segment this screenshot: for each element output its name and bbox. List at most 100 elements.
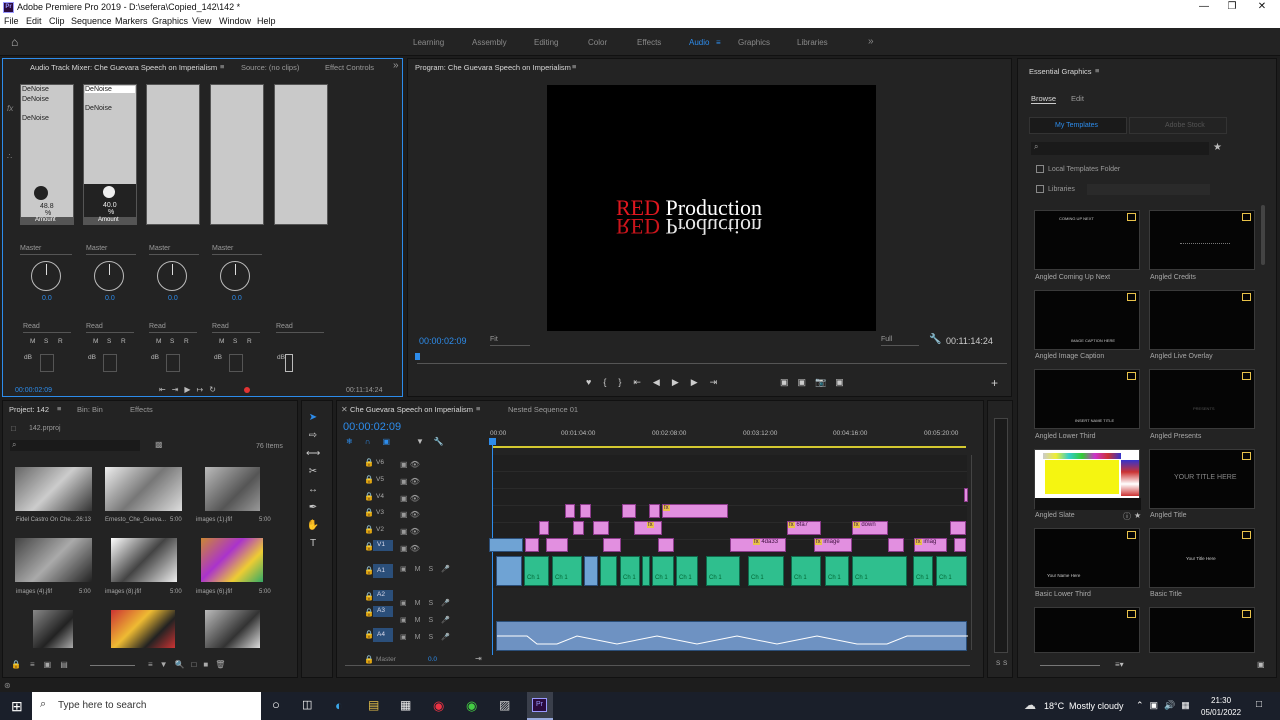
template-thumb[interactable]: IMAGE CAPTION HERE <box>1034 290 1140 350</box>
master-jump-icon[interactable]: ⇥ <box>475 654 482 663</box>
template-thumb[interactable] <box>1149 607 1255 653</box>
video-clip[interactable] <box>649 504 660 518</box>
sort-icon[interactable]: ≡▾ <box>1115 660 1124 669</box>
mute-button[interactable]: M <box>93 338 98 345</box>
automation-mode-2[interactable]: Read <box>86 323 134 333</box>
program-timecode[interactable]: 00:00:02:09 <box>419 336 467 346</box>
track-label-v2[interactable]: V2 <box>376 526 384 533</box>
panel-menu-icon[interactable]: ≡ <box>476 404 480 413</box>
solo-label-right[interactable]: S <box>1003 660 1007 667</box>
track-select-tool-icon[interactable]: ⇨ <box>306 430 320 444</box>
param-select[interactable]: Amount <box>21 217 73 225</box>
record-button[interactable]: R <box>121 338 126 345</box>
thumbnail-7[interactable] <box>33 610 73 648</box>
solo-button[interactable]: S <box>107 338 111 345</box>
item-name-6[interactable]: images (6).jfif <box>196 589 232 595</box>
adobe-stock-tab[interactable]: Adobe Stock <box>1129 117 1227 134</box>
quality-select[interactable]: Full <box>881 336 919 346</box>
template-thumb[interactable] <box>1149 290 1255 350</box>
video-clip[interactable] <box>658 538 674 552</box>
lock-icon[interactable]: 🔒 <box>364 508 374 517</box>
video-clip[interactable] <box>546 538 568 552</box>
audio-clip[interactable]: Ch 1 <box>936 556 967 586</box>
volume-fader[interactable] <box>103 354 117 372</box>
master-fader[interactable] <box>285 354 293 372</box>
menu-view[interactable]: View <box>192 16 211 26</box>
menu-file[interactable]: File <box>4 16 19 26</box>
video-clip[interactable]: fx imag <box>914 538 947 552</box>
audio-clip[interactable]: Ch 1 <box>524 556 549 586</box>
tab-edit[interactable]: Edit <box>1071 94 1084 103</box>
menu-graphics[interactable]: Graphics <box>152 16 188 26</box>
thumbnail-3[interactable] <box>205 467 260 511</box>
notifications-icon[interactable]: □ <box>1256 699 1262 710</box>
menu-window[interactable]: Window <box>219 16 251 26</box>
ripple-edit-tool-icon[interactable]: ⟷ <box>306 448 320 462</box>
my-templates-tab[interactable]: My Templates <box>1029 117 1127 134</box>
minimize-icon[interactable]: — <box>1193 1 1215 12</box>
fx-slot[interactable]: DeNoise <box>85 86 135 93</box>
route-select-3[interactable]: Master <box>149 245 199 255</box>
pan-value-2[interactable]: 0.0 <box>105 295 115 302</box>
hand-tool-icon[interactable]: ✋ <box>306 520 320 534</box>
audio-clip[interactable]: Ch 1 <box>748 556 784 586</box>
project-search-input[interactable]: ⌕ <box>10 440 140 451</box>
video-clip[interactable] <box>525 538 539 552</box>
mute-button[interactable]: M <box>156 338 161 345</box>
workspace-menu-icon[interactable]: ≡ <box>716 38 721 47</box>
lock-icon[interactable]: 🔒 <box>364 525 374 534</box>
clock-time[interactable]: 21:30 <box>1211 696 1231 705</box>
mixer-transport[interactable]: ⇤⇥▶↦↻ <box>159 385 222 394</box>
workspace-color[interactable]: Color <box>588 38 607 47</box>
timeline-scrollbar[interactable] <box>345 665 970 666</box>
audio-clip[interactable]: Ch 1 <box>852 556 907 586</box>
weather-text[interactable]: Mostly cloudy <box>1069 701 1124 711</box>
selection-tool-icon[interactable]: ➤ <box>306 412 320 426</box>
project-tools-icons[interactable]: ≡▼🔍□■🗑 <box>148 660 232 669</box>
thumbnail-8[interactable] <box>111 610 175 648</box>
file-explorer-icon[interactable]: ▤ <box>368 698 379 712</box>
record-button[interactable]: R <box>58 338 63 345</box>
workspace-libraries[interactable]: Libraries <box>797 38 828 47</box>
add-button-icon[interactable]: + <box>991 376 998 390</box>
video-clip[interactable]: fx 6fa7 <box>787 521 821 535</box>
program-video-frame[interactable]: RED Production RED Production <box>547 85 876 331</box>
workspace-assembly[interactable]: Assembly <box>472 38 507 47</box>
thumbnail-2[interactable] <box>105 467 182 511</box>
video-clip[interactable] <box>964 488 968 502</box>
tab-audio-mixer[interactable]: Audio Track Mixer: Che Guevara Speech on… <box>30 63 217 72</box>
volume-fader[interactable] <box>166 354 180 372</box>
param-select[interactable]: Amount <box>84 217 136 225</box>
favorite-star-icon[interactable]: ★ <box>1213 142 1222 153</box>
video-clip[interactable] <box>950 521 966 535</box>
app-icon[interactable]: ▨ <box>499 698 510 712</box>
template-thumb[interactable]: Your Title Here <box>1149 528 1255 588</box>
panel-menu-icon[interactable]: ≡ <box>220 62 224 71</box>
fx-slot[interactable]: DeNoise <box>22 96 49 103</box>
mute-button[interactable]: M <box>219 338 224 345</box>
tab-bin[interactable]: Bin: Bin <box>77 405 103 414</box>
zoom-slider[interactable] <box>90 665 135 666</box>
item-name-1[interactable]: Fidel Castro On Che... <box>16 517 76 523</box>
pan-value-1[interactable]: 0.0 <box>42 295 52 302</box>
taskbar-search-box[interactable]: ⌕ Type here to search <box>32 692 261 720</box>
maximize-icon[interactable]: ❐ <box>1221 1 1243 12</box>
fx-icon[interactable]: fx <box>7 104 13 113</box>
video-clip[interactable]: fx down <box>852 521 888 535</box>
work-area-bar[interactable] <box>492 446 966 448</box>
video-clip[interactable] <box>580 504 591 518</box>
tab-nested-sequence[interactable]: Nested Sequence 01 <box>508 405 578 414</box>
template-search-input[interactable]: ⌕ <box>1031 142 1209 155</box>
audio-clip[interactable] <box>600 556 617 586</box>
thumbnail-1[interactable] <box>15 467 92 511</box>
audio-clip[interactable] <box>584 556 598 586</box>
param-value[interactable]: 48.8 <box>40 203 54 210</box>
project-footer-icons[interactable]: 🔒 <box>11 660 31 669</box>
template-thumb[interactable]: INSERT NAME TITLE <box>1034 369 1140 429</box>
wrench-icon[interactable]: 🔧 <box>929 334 941 345</box>
video-clip-v1-start[interactable] <box>489 538 523 552</box>
automation-mode-4[interactable]: Read <box>212 323 260 333</box>
tab-effects[interactable]: Effects <box>130 405 153 414</box>
video-clip[interactable] <box>573 521 584 535</box>
lock-icon[interactable]: 🔒 <box>364 475 374 484</box>
